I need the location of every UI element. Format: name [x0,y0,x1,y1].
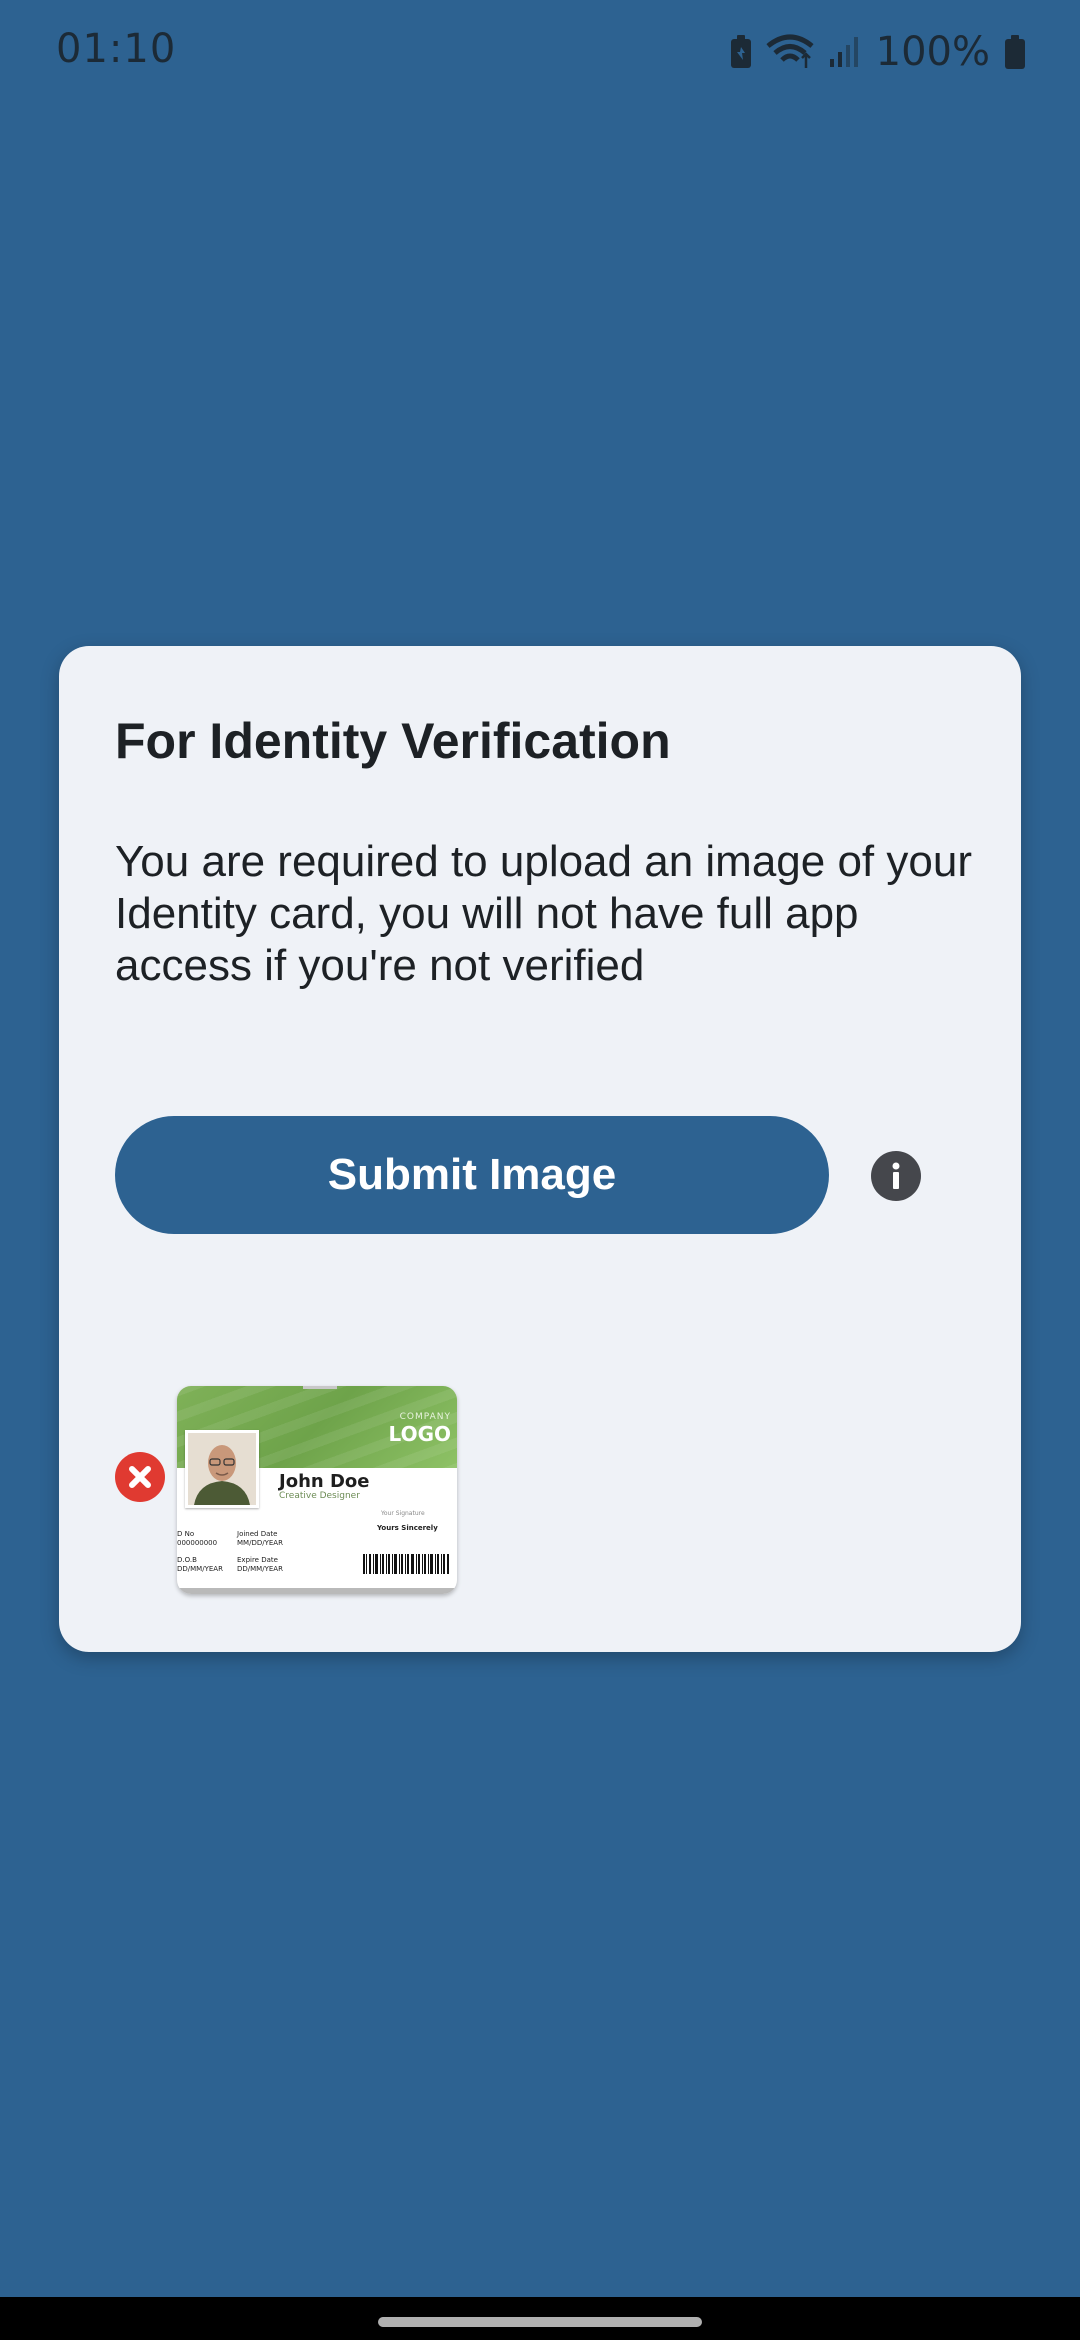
dialog-message: You are required to upload an image of y… [115,837,972,990]
battery-percent: 100% [875,29,990,75]
status-icons: 100% [730,26,1026,78]
id-card-role: Creative Designer [279,1491,360,1501]
id-card-joined-label: Joined Date [237,1530,278,1538]
home-gesture-handle[interactable] [378,2317,702,2327]
id-card-joined-value: MM/DD/YEAR [237,1539,283,1547]
id-card-clip [303,1386,337,1389]
id-card-id-value: 000000000 [177,1539,218,1547]
signal-icon [828,35,862,69]
submit-image-button[interactable]: Submit Image [115,1116,829,1234]
id-card-logo-small: COMPANY [399,1412,451,1422]
id-card-photo [185,1430,259,1508]
id-card-id-label: D No [177,1530,195,1538]
id-card-dob-label: D.O.B [177,1556,197,1564]
id-card-logo: LOGO [388,1422,451,1446]
remove-image-icon[interactable] [115,1452,165,1502]
uploaded-id-card-thumbnail[interactable]: COMPANY LOGO John Doe Creative Designer … [177,1386,457,1594]
navigation-bar [0,2297,1080,2340]
id-card-dob-value: DD/MM/YEAR [177,1565,223,1573]
dialog-title: For Identity Verification [115,713,671,769]
id-card-bottom-edge [177,1588,457,1594]
id-card-signature: Yours Sincerely [377,1524,438,1532]
info-icon[interactable] [871,1151,921,1201]
status-time: 01:10 [56,26,177,72]
id-card-expire-label: Expire Date [237,1556,278,1564]
battery-saver-icon [730,35,752,69]
id-card-signature-label: Your Signature [381,1510,425,1517]
identity-verification-dialog: For Identity Verification You are requir… [59,646,1021,1652]
battery-icon [1004,34,1026,70]
id-card-barcode [363,1554,449,1574]
id-card-name: John Doe [279,1471,370,1492]
wifi-icon [766,34,814,70]
id-card-expire-value: DD/MM/YEAR [237,1565,283,1573]
status-bar: 01:10 100% [0,0,1080,100]
